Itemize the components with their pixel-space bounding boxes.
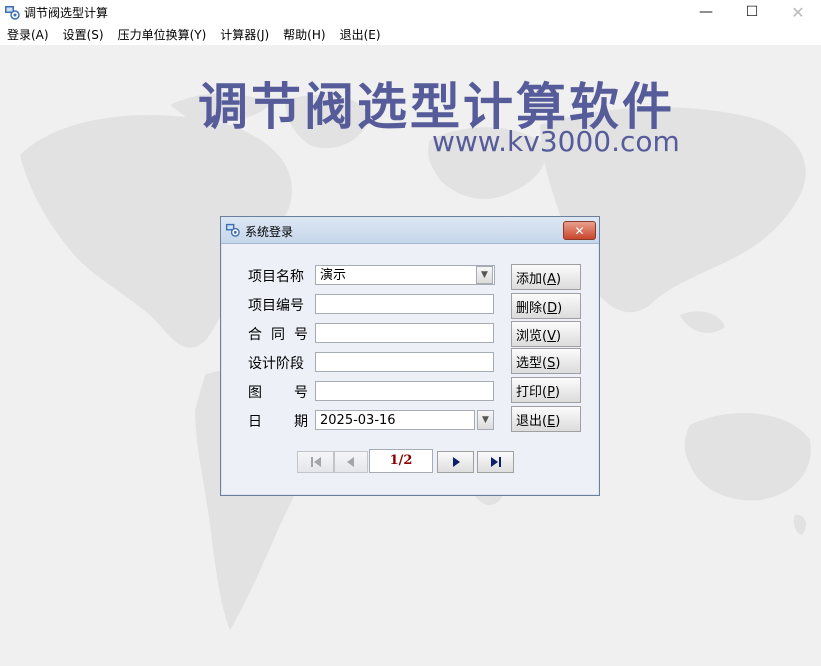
last-record-icon [490,457,501,467]
dialog-app-icon [225,223,240,237]
dialog-close-button[interactable]: ✕ [563,221,596,240]
select-type-button[interactable]: 选型(S) [511,348,581,374]
app-icon [5,6,20,20]
prev-record-button[interactable] [334,451,368,473]
design-stage-input[interactable] [315,352,494,372]
dialog-title: 系统登录 [245,225,294,239]
add-button[interactable]: 添加(A) [511,264,581,290]
close-button[interactable]: ✕ [775,0,821,24]
print-button[interactable]: 打印(P) [511,377,581,403]
chevron-down-icon[interactable]: ▼ [476,266,493,284]
title-bar: 调节阀选型计算 — ☐ ✕ [0,0,821,24]
date-label: 日期 [248,414,308,430]
dialog-title-bar: 系统登录 ✕ [221,217,599,244]
menu-login[interactable]: 登录(A) [0,26,56,43]
delete-button[interactable]: 删除(D) [511,293,581,319]
date-picker[interactable]: 2025-03-16 [315,410,475,430]
drawing-no-label: 图号 [248,385,308,401]
login-dialog: 系统登录 ✕ 项目名称 项目编号 合同号 设计阶段 图号 日期 演示 ▼ 202… [220,216,600,496]
next-record-icon [452,457,460,467]
chevron-down-icon[interactable]: ▼ [477,410,494,430]
prev-record-icon [347,457,354,467]
first-record-icon [310,457,321,467]
project-name-label: 项目名称 [248,269,304,285]
menu-settings[interactable]: 设置(S) [56,26,111,43]
exit-button[interactable]: 退出(E) [511,406,581,432]
contract-no-input[interactable] [315,323,494,343]
project-name-combo[interactable]: 演示 [315,265,495,285]
project-no-input[interactable] [315,294,494,314]
menu-help[interactable]: 帮助(H) [276,26,332,43]
minimize-button[interactable]: — [683,0,729,24]
banner-url: www.kv3000.com [432,125,680,158]
contract-no-label: 合同号 [248,327,308,343]
drawing-no-input[interactable] [315,381,494,401]
menu-exit[interactable]: 退出(E) [333,26,388,43]
menu-calculator[interactable]: 计算器(J) [213,26,276,43]
last-record-button[interactable] [477,451,514,473]
maximize-button[interactable]: ☐ [729,0,775,24]
record-position: 1/2 [369,449,433,473]
browse-button[interactable]: 浏览(V) [511,321,581,347]
menu-bar: 登录(A) 设置(S) 压力单位换算(Y) 计算器(J) 帮助(H) 退出(E) [0,24,821,45]
menu-pressure-units[interactable]: 压力单位换算(Y) [111,26,214,43]
window-title: 调节阀选型计算 [24,6,109,20]
first-record-button[interactable] [297,451,334,473]
project-no-label: 项目编号 [248,298,304,314]
design-stage-label: 设计阶段 [248,356,304,372]
next-record-button[interactable] [437,451,474,473]
main-area: 调节阀选型计算软件 www.kv3000.com 系统登录 ✕ 项目名称 项目编… [0,45,821,666]
